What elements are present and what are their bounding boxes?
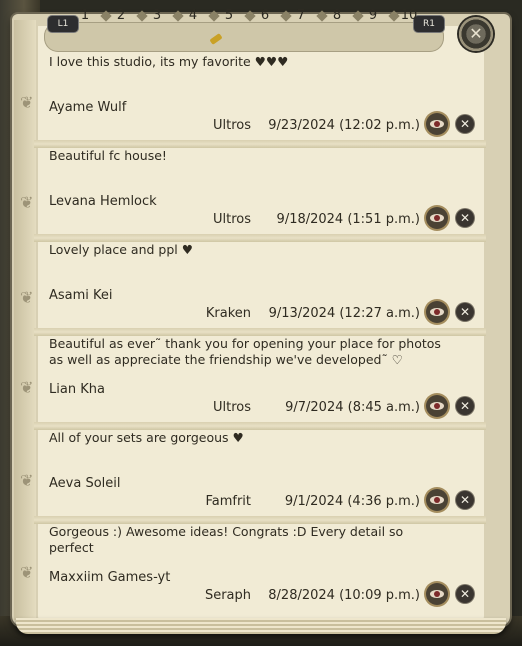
flourish-ornament: ❦ <box>20 288 34 307</box>
author-name: Lian Kha <box>49 382 105 397</box>
message-text: Gorgeous :) Awesome ideas! Congrats :D E… <box>49 524 404 555</box>
view-button[interactable] <box>426 113 448 135</box>
message-text: All of your sets are gorgeous ♥ <box>49 430 244 445</box>
tab-page-5[interactable]: 5 <box>214 6 244 26</box>
delete-button[interactable]: ✕ <box>456 491 474 509</box>
message-text: Beautiful fc house! <box>49 148 167 163</box>
message-text: Beautiful as ever˜ thank you for opening… <box>49 336 441 367</box>
author-name: Maxxiim Games-yt <box>49 570 171 585</box>
close-x-icon: ✕ <box>459 305 471 319</box>
author-world: Ultros <box>212 118 251 133</box>
tab-page-6[interactable]: 6 <box>250 6 280 26</box>
delete-button[interactable]: ✕ <box>456 397 474 415</box>
tab-page-2[interactable]: 2 <box>106 6 136 26</box>
close-x-icon: ✕ <box>459 399 471 413</box>
author-name: Asami Kei <box>49 288 113 303</box>
view-button[interactable] <box>426 395 448 417</box>
tab-page-4[interactable]: 4 <box>178 6 208 26</box>
tab-page-8[interactable]: 8 <box>322 6 352 26</box>
eye-pupil <box>434 591 440 597</box>
entry-divider <box>34 140 486 148</box>
page-tab-bar <box>44 22 444 52</box>
close-x-icon: ✕ <box>459 211 471 225</box>
view-button[interactable] <box>426 583 448 605</box>
delete-button[interactable]: ✕ <box>456 585 474 603</box>
close-x-icon: ✕ <box>459 493 471 507</box>
author-name: Aeva Soleil <box>49 476 121 491</box>
close-x-icon: ✕ <box>459 117 471 131</box>
close-x-icon: ✕ <box>459 587 471 601</box>
author-world: Ultros <box>212 400 251 415</box>
message-text: I love this studio, its my favorite ♥♥♥ <box>49 54 289 69</box>
close-button[interactable]: ✕ <box>459 17 493 51</box>
flourish-ornament: ❦ <box>20 193 34 212</box>
author-name: Levana Hemlock <box>49 194 157 209</box>
message-date: 9/7/2024 (8:45 a.m.) <box>285 400 420 415</box>
flourish-ornament: ❦ <box>20 378 34 397</box>
entry-divider <box>34 234 486 242</box>
flourish-ornament: ❦ <box>20 93 34 112</box>
message-entry: Beautiful as ever˜ thank you for opening… <box>34 336 486 430</box>
tab-page-7[interactable]: 7 <box>286 6 316 26</box>
eye-pupil <box>434 121 440 127</box>
eye-pupil <box>434 309 440 315</box>
delete-button[interactable]: ✕ <box>456 115 474 133</box>
message-entry: All of your sets are gorgeous ♥ Aeva Sole… <box>34 430 486 524</box>
message-date: 9/13/2024 (12:27 a.m.) <box>268 306 420 321</box>
message-date: 9/18/2024 (1:51 p.m.) <box>276 212 420 227</box>
delete-button[interactable]: ✕ <box>456 303 474 321</box>
author-world: Seraph <box>204 588 251 603</box>
view-button[interactable] <box>426 489 448 511</box>
view-button[interactable] <box>426 207 448 229</box>
view-button[interactable] <box>426 301 448 323</box>
author-world: Kraken <box>205 306 251 321</box>
entry-divider <box>34 516 486 524</box>
message-entry: Lovely place and ppl ♥ Asami Kei Kraken 9/1… <box>34 242 486 336</box>
message-date: 9/1/2024 (4:36 p.m.) <box>284 494 420 509</box>
author-world: Ultros <box>212 212 251 227</box>
close-icon: ✕ <box>469 24 483 43</box>
message-date: 8/28/2024 (10:09 p.m.) <box>268 588 420 603</box>
tab-page-3[interactable]: 3 <box>142 6 172 26</box>
message-entry: Beautiful fc house! Levana Hemlock Ultros 9… <box>34 148 486 242</box>
tab-page-9[interactable]: 9 <box>358 6 388 26</box>
book-page-edges <box>16 618 506 634</box>
eye-pupil <box>434 215 440 221</box>
eye-pupil <box>434 497 440 503</box>
message-text: Lovely place and ppl ♥ <box>49 242 193 257</box>
entry-divider <box>34 328 486 336</box>
flourish-ornament: ❦ <box>20 471 34 490</box>
flourish-ornament: ❦ <box>20 563 34 582</box>
message-entry: Gorgeous :) Awesome ideas! Congrats :D E… <box>38 524 484 618</box>
eye-pupil <box>434 403 440 409</box>
tab-page-1[interactable]: 1 <box>70 6 100 26</box>
entry-divider <box>34 422 486 430</box>
message-entry: I love this studio, its my favorite ♥♥♥ A… <box>34 54 486 148</box>
message-date: 9/23/2024 (12:02 p.m.) <box>268 118 420 133</box>
delete-button[interactable]: ✕ <box>456 209 474 227</box>
tab-page-10[interactable]: 10 <box>394 6 424 26</box>
author-world: Famfrit <box>205 494 251 509</box>
author-name: Ayame Wulf <box>49 100 127 115</box>
